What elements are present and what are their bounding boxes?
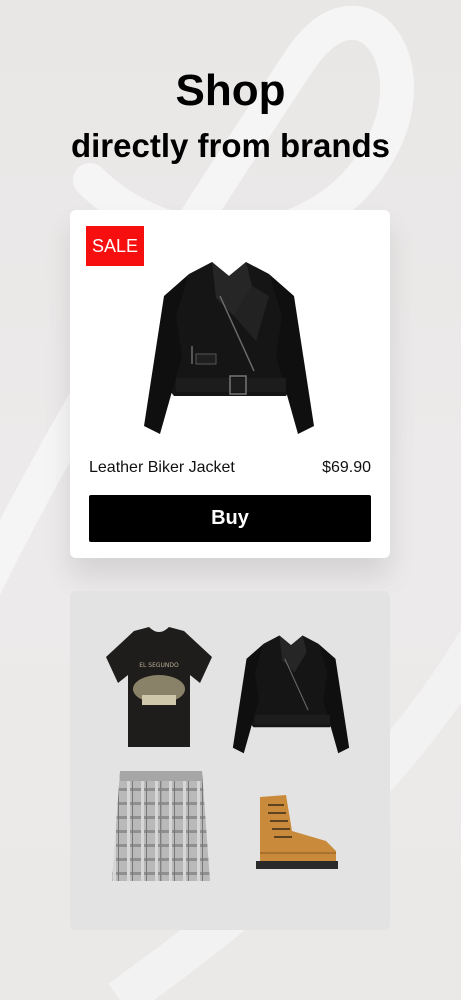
headline: Shop directly from brands	[0, 66, 461, 166]
tshirt-image[interactable]: EL SEGUNDO	[104, 623, 214, 751]
jacket-image[interactable]	[134, 246, 324, 446]
tshirt-print-text: EL SEGUNDO	[139, 662, 179, 669]
headline-title: Shop	[175, 66, 286, 115]
headline-subtitle: directly from brands	[70, 127, 391, 164]
buy-button[interactable]: Buy	[89, 495, 371, 542]
outfit-card[interactable]: EL SEGUNDO	[70, 591, 390, 930]
skirt-image[interactable]	[108, 769, 214, 887]
product-info-row: Leather Biker Jacket $69.90	[89, 459, 371, 481]
product-price: $69.90	[322, 459, 371, 476]
jacket-thumbnail[interactable]	[226, 623, 356, 763]
boot-image[interactable]	[246, 791, 342, 873]
product-card[interactable]: SALE Leather Biker Jacket $69.90 Buy	[70, 210, 390, 558]
product-name: Leather Biker Jacket	[89, 459, 235, 476]
